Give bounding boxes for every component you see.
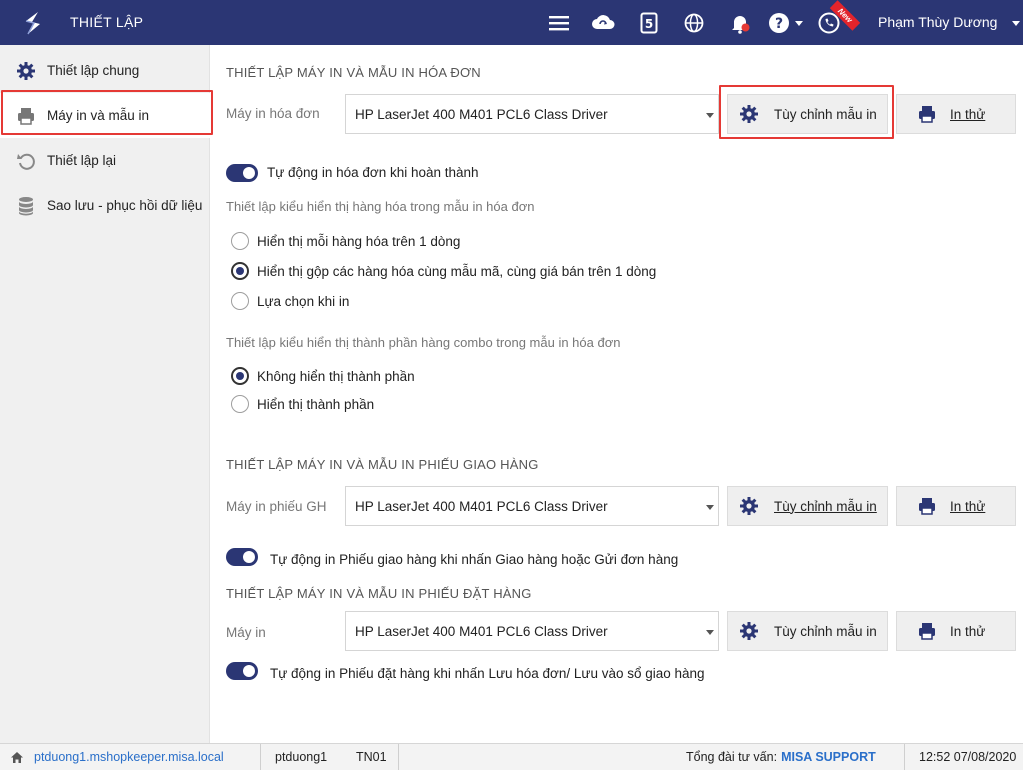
gear-icon <box>738 495 760 517</box>
help-dropdown-caret-icon[interactable] <box>795 21 803 26</box>
radio-display-one-per-line[interactable] <box>231 232 249 250</box>
chevron-down-icon <box>706 505 714 510</box>
toggle-knob <box>243 551 255 563</box>
delivery-printer-value: HP LaserJet 400 M401 PCL6 Class Driver <box>355 498 608 514</box>
invoice-display-heading: Thiết lập kiểu hiển thị hàng hóa trong m… <box>226 199 535 214</box>
hotline-label: Tổng đài tư vấn: <box>686 750 778 764</box>
gear-icon <box>738 620 760 642</box>
sidebar-item-printers-templates[interactable]: Máy in và mẫu in <box>0 93 210 138</box>
invoice-customize-template-button[interactable]: Tùy chỉnh mẫu in <box>727 94 888 134</box>
invoice-section-title: THIẾT LẬP MÁY IN VÀ MẪU IN HÓA ĐƠN <box>226 65 481 80</box>
reset-icon <box>15 150 37 172</box>
cloud-sync-icon[interactable] <box>591 11 615 35</box>
button-label: In thử <box>950 498 986 514</box>
menu-icon[interactable] <box>547 11 571 35</box>
status-divider <box>904 744 905 770</box>
gear-icon <box>15 60 37 82</box>
sidebar-item-label: Thiết lập chung <box>47 63 140 78</box>
svg-text:?: ? <box>775 16 783 32</box>
globe-icon[interactable] <box>682 11 706 35</box>
user-name[interactable]: Phạm Thùy Dương <box>878 14 997 30</box>
delivery-auto-print-toggle[interactable] <box>226 548 258 566</box>
delivery-printer-label: Máy in phiếu GH <box>226 499 327 514</box>
support-link[interactable]: MISA SUPPORT <box>781 750 876 764</box>
status-user: ptduong1 <box>275 750 328 764</box>
chevron-down-icon <box>706 113 714 118</box>
order-section-title: THIẾT LẬP MÁY IN VÀ MẪU IN PHIẾU ĐẶT HÀN… <box>226 586 532 601</box>
radio-label: Lựa chọn khi in <box>257 294 350 309</box>
radio-display-choose-on-print[interactable] <box>231 292 249 310</box>
app-header: THIẾT LẬP 5 ? New Phạm Thùy Dương <box>0 0 1023 45</box>
order-printer-select[interactable]: HP LaserJet 400 M401 PCL6 Class Driver <box>345 611 719 651</box>
order-customize-template-button[interactable]: Tùy chỉnh mẫu in <box>727 611 888 651</box>
sidebar-item-backup-restore[interactable]: Sao lưu - phục hồi dữ liệu <box>0 183 210 228</box>
sidebar-item-label: Máy in và mẫu in <box>47 108 150 123</box>
button-label: In thử <box>950 106 986 122</box>
status-divider <box>260 744 261 770</box>
status-datetime: 12:52 07/08/2020 <box>919 750 1017 764</box>
gear-icon <box>738 103 760 125</box>
domain-link[interactable]: ptduong1.mshopkeeper.misa.local <box>34 744 224 770</box>
delivery-section-title: THIẾT LẬP MÁY IN VÀ MẪU IN PHIẾU GIAO HÀ… <box>226 457 539 472</box>
invoice-printer-label: Máy in hóa đơn <box>226 106 320 121</box>
sidebar-item-reset[interactable]: Thiết lập lại <box>0 138 210 183</box>
printer-icon <box>916 620 938 642</box>
invoice-auto-print-toggle[interactable] <box>226 164 258 182</box>
radio-combo-hide-components[interactable] <box>231 367 249 385</box>
invoice-auto-print-label: Tự động in hóa đơn khi hoàn thành <box>267 165 479 180</box>
home-icon[interactable] <box>10 744 24 770</box>
sidebar-item-label: Thiết lập lại <box>47 153 117 168</box>
toggle-knob <box>243 665 255 677</box>
delivery-auto-print-label: Tự động in Phiếu giao hàng khi nhấn Giao… <box>270 552 679 567</box>
app-logo-icon <box>18 9 48 37</box>
order-auto-print-toggle[interactable] <box>226 662 258 680</box>
delivery-customize-template-button[interactable]: Tùy chỉnh mẫu in <box>727 486 888 526</box>
chevron-down-icon <box>706 630 714 635</box>
radio-display-grouped[interactable] <box>231 262 249 280</box>
delivery-test-print-button[interactable]: In thử <box>896 486 1016 526</box>
printer-icon <box>916 495 938 517</box>
radio-label: Không hiển thị thành phần <box>257 369 415 384</box>
delivery-printer-select[interactable]: HP LaserJet 400 M401 PCL6 Class Driver <box>345 486 719 526</box>
button-label: Tùy chỉnh mẫu in <box>774 498 877 514</box>
order-printer-label: Máy in <box>226 625 266 640</box>
app-title: THIẾT LẬP <box>70 14 144 30</box>
hotline: Tổng đài tư vấn: MISA SUPPORT <box>686 744 876 770</box>
order-printer-value: HP LaserJet 400 M401 PCL6 Class Driver <box>355 623 608 639</box>
printer-icon <box>15 105 37 127</box>
invoice-combo-heading: Thiết lập kiểu hiển thị thành phần hàng … <box>226 335 621 350</box>
user-dropdown-caret-icon[interactable] <box>1012 21 1020 26</box>
radio-label: Hiển thị mỗi hàng hóa trên 1 dòng <box>257 234 461 249</box>
sidebar: Thiết lập chung Máy in và mẫu in Thiết l… <box>0 45 210 743</box>
invoice-test-print-button[interactable]: In thử <box>896 94 1016 134</box>
radio-label: Hiển thị thành phần <box>257 397 375 412</box>
help-icon[interactable]: ? <box>767 11 791 35</box>
button-label: Tùy chỉnh mẫu in <box>774 106 877 122</box>
status-bar: ptduong1.mshopkeeper.misa.local ptduong1… <box>0 743 1023 770</box>
status-branch: TN01 <box>356 750 387 764</box>
button-label: Tùy chỉnh mẫu in <box>774 623 877 639</box>
order-test-print-button[interactable]: In thử <box>896 611 1016 651</box>
svg-text:5: 5 <box>645 17 653 31</box>
sidebar-item-general-settings[interactable]: Thiết lập chung <box>0 48 210 93</box>
new-badge: New <box>827 0 861 31</box>
sidebar-item-label: Sao lưu - phục hồi dữ liệu <box>47 198 203 213</box>
radio-label: Hiển thị gộp các hàng hóa cùng mẫu mã, c… <box>257 264 657 279</box>
button-label: In thử <box>950 623 986 639</box>
printer-icon <box>916 103 938 125</box>
invoice-printer-value: HP LaserJet 400 M401 PCL6 Class Driver <box>355 106 608 122</box>
database-icon <box>15 195 37 217</box>
radio-combo-show-components[interactable] <box>231 395 249 413</box>
status-divider <box>398 744 399 770</box>
invoice-printer-select[interactable]: HP LaserJet 400 M401 PCL6 Class Driver <box>345 94 719 134</box>
order-auto-print-label: Tự động in Phiếu đặt hàng khi nhấn Lưu h… <box>270 666 705 681</box>
toggle-knob <box>243 167 255 179</box>
bell-icon[interactable] <box>728 11 752 35</box>
invoice-icon[interactable]: 5 <box>637 11 661 35</box>
new-badge-label: New <box>829 0 861 31</box>
